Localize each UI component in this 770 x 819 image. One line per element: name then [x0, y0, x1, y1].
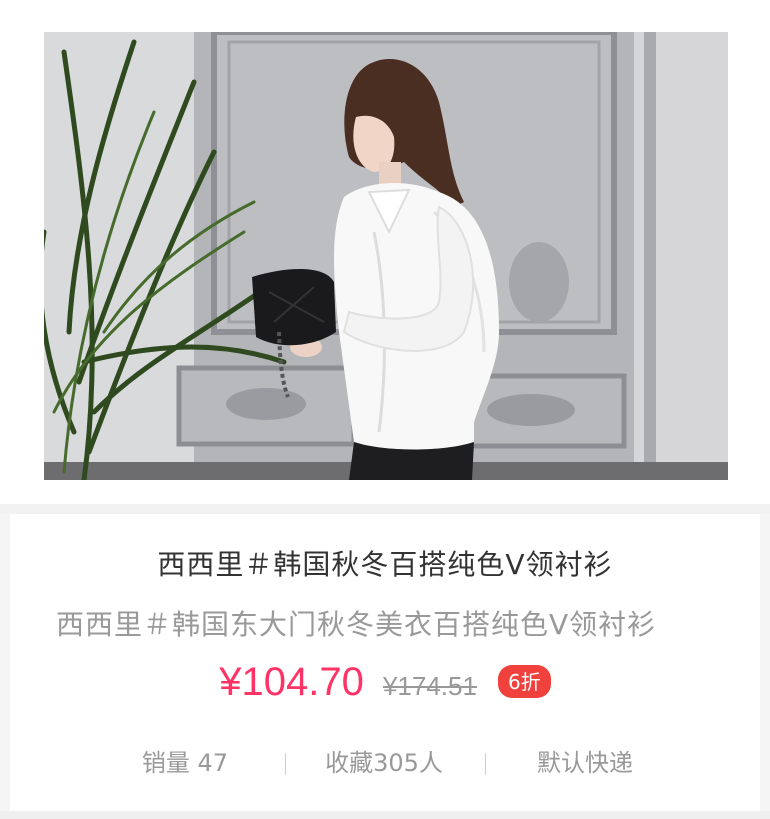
product-image[interactable] — [44, 32, 728, 480]
sales-count: 销量 47 — [141, 749, 229, 777]
favorites-count: 收藏305人 — [325, 749, 443, 777]
shipping-method: 默认快递 — [537, 749, 633, 777]
product-title[interactable]: 西西里＃韩国秋冬百搭纯色V领衬衫 — [10, 543, 760, 583]
current-price: ¥104.70 — [219, 660, 364, 704]
section-divider — [0, 504, 770, 514]
stats-row: 销量 47 收藏305人 默认快递 — [0, 745, 770, 781]
bottom-divider — [0, 811, 770, 819]
discount-badge: 6折 — [498, 665, 551, 698]
product-subtitle: 西西里＃韩国东大门秋冬美衣百搭纯色V领衬衫 — [56, 608, 657, 641]
stats-divider — [285, 753, 286, 775]
original-price: ¥174.51 — [382, 671, 477, 701]
stats-divider — [485, 753, 486, 775]
product-photo-illustration — [44, 32, 728, 480]
product-card[interactable]: 西西里＃韩国秋冬百搭纯色V领衬衫 西西里＃韩国东大门秋冬美衣百搭纯色V领衬衫 ¥… — [0, 0, 770, 819]
price-row: ¥104.70 ¥174.51 6折 — [0, 660, 770, 716]
